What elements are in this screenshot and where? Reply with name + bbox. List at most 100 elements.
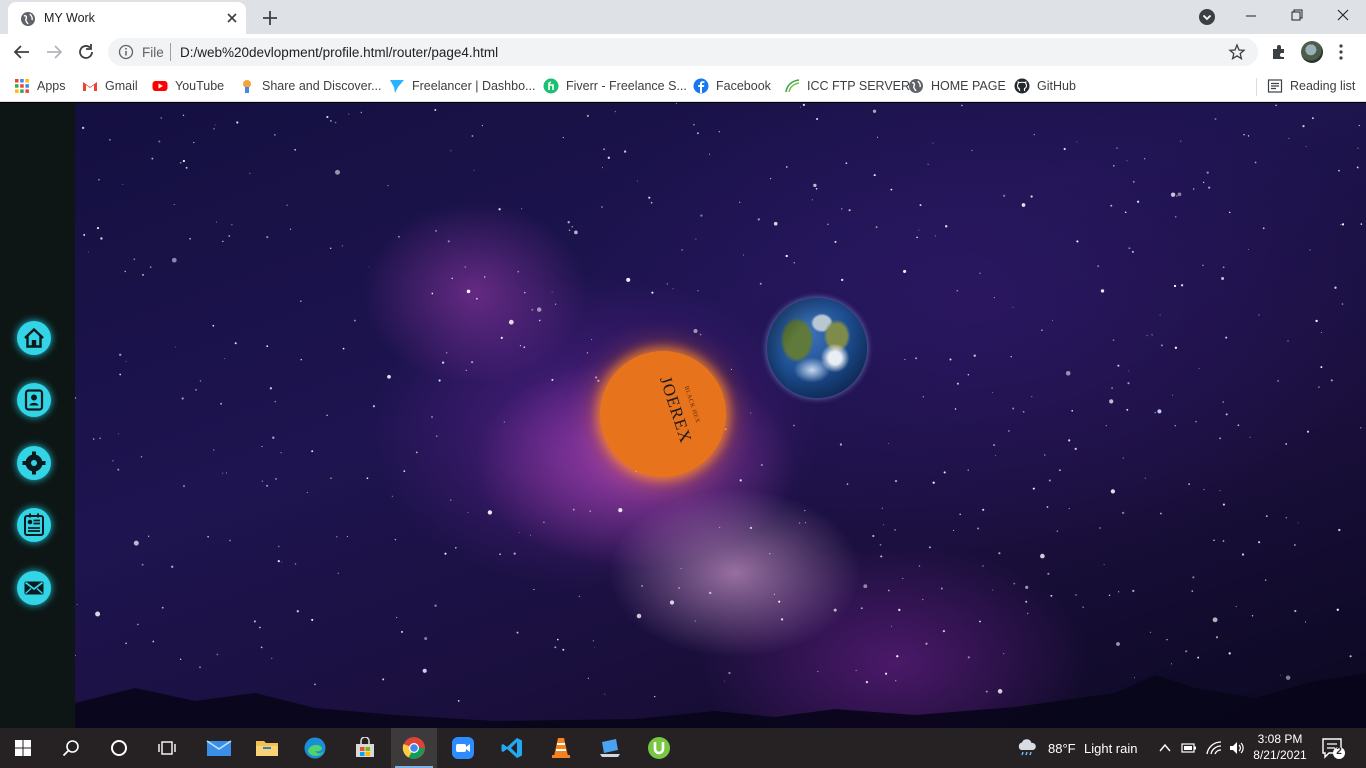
edge-icon bbox=[304, 737, 326, 759]
vlc-icon bbox=[552, 738, 570, 758]
info-icon[interactable] bbox=[118, 44, 134, 60]
home-icon bbox=[24, 327, 44, 348]
bookmark-star-icon[interactable] bbox=[1228, 43, 1246, 61]
home-nav-button[interactable] bbox=[17, 321, 51, 355]
windows-taskbar: 88°F Light rain 3:08 PM 8/21/2021 2 bbox=[0, 728, 1366, 768]
youtube-icon bbox=[152, 81, 168, 91]
file-explorer-icon bbox=[256, 741, 278, 756]
extensions-puzzle-icon[interactable] bbox=[1270, 43, 1288, 61]
bookmark-freelancer[interactable]: Freelancer | Dashbo... bbox=[389, 76, 535, 96]
weather-description[interactable]: Light rain bbox=[1084, 741, 1137, 756]
profile-nav-button[interactable] bbox=[17, 383, 51, 417]
chrome-icon bbox=[402, 737, 425, 759]
earth-planet[interactable] bbox=[767, 298, 867, 398]
clock[interactable]: 3:08 PM 8/21/2021 bbox=[1247, 731, 1313, 763]
omnibox-separator bbox=[170, 43, 171, 61]
utorrent-button[interactable] bbox=[636, 728, 682, 768]
settings-nav-button[interactable] bbox=[17, 446, 51, 480]
bookmark-youtube[interactable]: YouTube bbox=[152, 76, 224, 96]
bookmark-label: Facebook bbox=[716, 79, 771, 93]
close-tab-icon[interactable] bbox=[224, 10, 240, 26]
freelancer-icon bbox=[390, 80, 404, 93]
bookmark-facebook[interactable]: Facebook bbox=[693, 76, 771, 96]
bookmark-label: Apps bbox=[37, 79, 66, 93]
profile-card-icon bbox=[24, 389, 44, 411]
zoom-button[interactable] bbox=[440, 728, 486, 768]
volume-icon[interactable] bbox=[1228, 740, 1246, 756]
tab-title: MY Work bbox=[44, 11, 95, 25]
profile-avatar[interactable] bbox=[1301, 41, 1323, 63]
app-icon bbox=[600, 739, 620, 757]
tab-search-icon[interactable] bbox=[1198, 8, 1216, 26]
address-bar[interactable]: File D:/web%20devlopment/profile.html/ro… bbox=[108, 38, 1258, 66]
notifications-button[interactable]: 2 bbox=[1320, 736, 1346, 760]
url-text[interactable]: D:/web%20devlopment/profile.html/router/… bbox=[180, 45, 498, 60]
clock-time: 3:08 PM bbox=[1257, 732, 1303, 746]
windows-start-icon bbox=[15, 740, 31, 756]
bookmark-share-discover[interactable]: Share and Discover... bbox=[239, 76, 382, 96]
edge-button[interactable] bbox=[292, 728, 338, 768]
bookmark-home-page[interactable]: HOME PAGE bbox=[908, 76, 1006, 96]
id-card-icon bbox=[24, 513, 44, 536]
mail-app-button[interactable] bbox=[196, 728, 242, 768]
search-button[interactable] bbox=[48, 728, 94, 768]
more-menu-icon[interactable] bbox=[1336, 43, 1346, 61]
weather-rain-icon[interactable] bbox=[1015, 738, 1039, 758]
share-discover-icon bbox=[243, 80, 251, 93]
wifi-icon[interactable] bbox=[1205, 740, 1223, 756]
vlc-button[interactable] bbox=[538, 728, 584, 768]
close-window-icon[interactable] bbox=[1320, 6, 1366, 26]
task-view-icon bbox=[158, 741, 176, 755]
bookmark-label: Gmail bbox=[105, 79, 138, 93]
back-arrow-icon[interactable] bbox=[11, 41, 33, 63]
globe-icon bbox=[909, 79, 923, 93]
bookmark-gmail[interactable]: Gmail bbox=[82, 76, 138, 96]
start-button[interactable] bbox=[0, 728, 46, 768]
bookmark-label: Fiverr - Freelance S... bbox=[566, 79, 687, 93]
chevron-up-icon[interactable] bbox=[1158, 741, 1172, 755]
bookmark-label: YouTube bbox=[175, 79, 225, 93]
new-tab-icon[interactable] bbox=[260, 8, 280, 28]
app-button[interactable] bbox=[587, 728, 633, 768]
bookmark-label: HOME PAGE bbox=[931, 79, 1006, 93]
store-icon bbox=[356, 737, 374, 757]
resume-nav-button[interactable] bbox=[17, 508, 51, 542]
task-view-button[interactable] bbox=[144, 728, 190, 768]
bookmarks-divider bbox=[1256, 78, 1257, 96]
zoom-icon bbox=[452, 737, 474, 759]
browser-tab[interactable]: MY Work bbox=[8, 2, 246, 34]
vscode-button[interactable] bbox=[489, 728, 535, 768]
store-button[interactable] bbox=[342, 728, 388, 768]
reading-list-button[interactable]: Reading list bbox=[1267, 76, 1355, 96]
cortana-button[interactable] bbox=[96, 728, 142, 768]
mail-app-icon bbox=[206, 740, 232, 756]
restore-icon[interactable] bbox=[1274, 6, 1320, 26]
clock-date: 8/21/2021 bbox=[1253, 748, 1307, 762]
forward-arrow-icon[interactable] bbox=[43, 41, 65, 63]
contact-nav-button[interactable] bbox=[17, 571, 51, 605]
bookmark-github[interactable]: GitHub bbox=[1014, 76, 1076, 96]
utorrent-icon bbox=[648, 737, 670, 759]
minimize-icon[interactable] bbox=[1228, 6, 1274, 26]
chrome-button[interactable] bbox=[391, 728, 437, 768]
battery-icon[interactable] bbox=[1181, 741, 1197, 755]
apps-grid-icon bbox=[15, 79, 29, 93]
facebook-icon bbox=[693, 78, 709, 94]
bookmark-fiverr[interactable]: Fiverr - Freelance S... bbox=[543, 76, 687, 96]
bookmark-apps[interactable]: Apps bbox=[14, 76, 66, 96]
mail-icon bbox=[24, 581, 44, 595]
bookmark-icc-ftp[interactable]: ICC FTP SERVER bbox=[784, 76, 910, 96]
url-scheme-label: File bbox=[142, 45, 164, 60]
reload-icon[interactable] bbox=[75, 41, 97, 63]
globe-icon bbox=[21, 12, 35, 26]
browser-toolbar: File D:/web%20devlopment/profile.html/ro… bbox=[0, 34, 1366, 70]
search-icon bbox=[62, 740, 79, 757]
tab-strip: MY Work bbox=[0, 0, 1366, 34]
web-page: BLACK HEX JOEREX bbox=[0, 103, 1366, 728]
icc-icon bbox=[785, 79, 800, 93]
weather-temperature[interactable]: 88°F bbox=[1048, 741, 1076, 756]
sun-logo[interactable]: BLACK HEX JOEREX bbox=[600, 351, 726, 477]
notification-count: 2 bbox=[1336, 746, 1342, 757]
file-explorer-button[interactable] bbox=[244, 728, 290, 768]
gear-icon bbox=[22, 451, 46, 475]
